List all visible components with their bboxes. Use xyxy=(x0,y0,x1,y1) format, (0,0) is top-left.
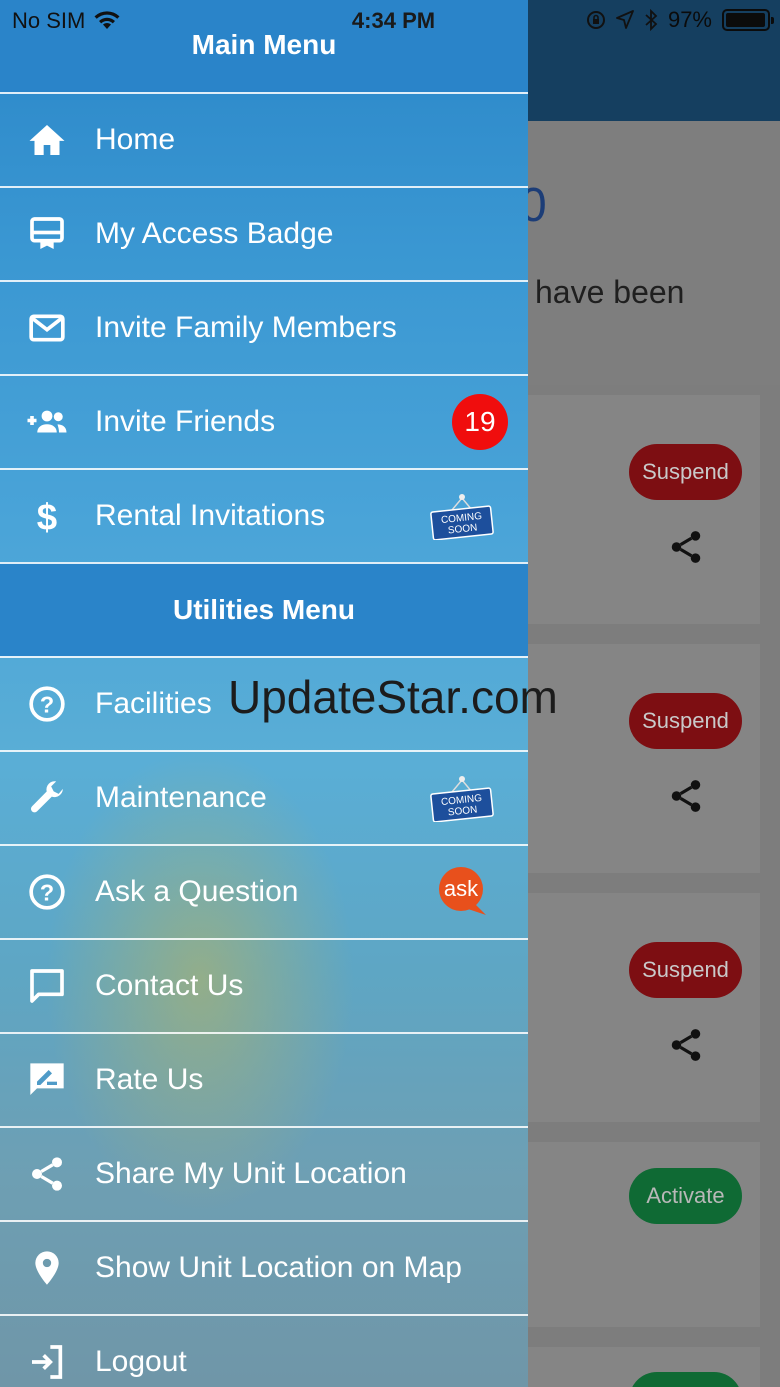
menu-item-ask-question[interactable]: ? Ask a Question ask xyxy=(0,844,528,938)
menu-item-label: Invite Friends xyxy=(95,405,276,438)
mail-icon xyxy=(26,307,68,349)
help-circle-icon: ? xyxy=(26,871,68,913)
unit-card xyxy=(520,395,760,624)
menu-item-label: Facilities xyxy=(95,687,212,720)
share-icon[interactable] xyxy=(667,777,705,815)
menu-item-logout[interactable]: Logout xyxy=(0,1314,528,1387)
menu-item-rental-invitations[interactable]: $ Rental Invitations COMING SOON xyxy=(0,468,528,562)
status-indicators: 97% xyxy=(586,7,774,33)
menu-item-label: Home xyxy=(95,123,176,156)
unit-card xyxy=(520,893,760,1122)
suspend-button[interactable]: Suspend xyxy=(629,942,742,998)
menu-item-access-badge[interactable]: My Access Badge xyxy=(0,186,528,280)
activate-button[interactable]: Activate xyxy=(629,1168,742,1224)
svg-text:?: ? xyxy=(40,691,54,717)
share-icon[interactable] xyxy=(667,1026,705,1064)
menu-item-label: Maintenance xyxy=(95,781,267,814)
battery-icon xyxy=(722,9,774,31)
menu-item-invite-family[interactable]: Invite Family Members xyxy=(0,280,528,374)
status-bar: No SIM 4:34 PM 97% xyxy=(0,0,780,40)
bluetooth-icon xyxy=(645,9,658,31)
menu-item-label: Contact Us xyxy=(95,969,244,1002)
menu-item-home[interactable]: Home xyxy=(0,92,528,186)
menu-item-label: Invite Family Members xyxy=(95,311,397,344)
utilities-menu-header: Utilities Menu xyxy=(0,562,528,656)
battery-percent: 97% xyxy=(667,7,712,32)
menu-item-invite-friends[interactable]: Invite Friends 19 xyxy=(0,374,528,468)
menu-item-label: Share My Unit Location xyxy=(95,1157,407,1190)
home-icon xyxy=(26,119,68,161)
help-circle-icon: ? xyxy=(26,683,68,725)
menu-item-label: Rental Invitations xyxy=(95,499,326,532)
svg-text:?: ? xyxy=(40,879,54,905)
menu-item-label: My Access Badge xyxy=(95,217,334,250)
coming-soon-sign-icon: COMING SOON xyxy=(430,776,494,822)
location-arrow-icon xyxy=(616,10,634,29)
menu-item-label: Show Unit Location on Map xyxy=(95,1251,462,1284)
watermark-text: UpdateStar.com xyxy=(228,671,558,723)
activate-button[interactable] xyxy=(629,1372,742,1387)
badge-icon xyxy=(26,213,68,255)
menu-item-contact-us[interactable]: Contact Us xyxy=(0,938,528,1032)
menu-item-label: Ask a Question xyxy=(95,875,299,908)
svg-text:$: $ xyxy=(37,496,57,536)
menu-item-maintenance[interactable]: Maintenance COMING SOON xyxy=(0,750,528,844)
coming-soon-sign-icon: COMING SOON xyxy=(430,494,494,540)
wrench-icon xyxy=(26,777,68,819)
suspend-button[interactable]: Suspend xyxy=(629,444,742,500)
ask-logo-text: ask xyxy=(444,876,479,901)
share-icon xyxy=(26,1153,68,1195)
share-icon[interactable] xyxy=(667,528,705,566)
rate-icon xyxy=(26,1059,68,1101)
dollar-icon: $ xyxy=(26,495,68,537)
menu-item-label: Rate Us xyxy=(95,1063,204,1096)
menu-item-share-location[interactable]: Share My Unit Location xyxy=(0,1126,528,1220)
chat-icon xyxy=(26,965,68,1007)
suspend-button[interactable]: Suspend xyxy=(629,693,742,749)
location-pin-icon xyxy=(26,1247,68,1289)
ask-logo-icon: ask xyxy=(439,867,486,915)
menu-item-show-location-map[interactable]: Show Unit Location on Map xyxy=(0,1220,528,1314)
logout-icon xyxy=(26,1341,68,1383)
menu-item-label: Logout xyxy=(95,1345,187,1378)
add-group-icon xyxy=(26,401,68,443)
rotation-lock-icon xyxy=(586,11,605,29)
menu-item-rate-us[interactable]: Rate Us xyxy=(0,1032,528,1126)
invite-count-badge: 19 xyxy=(452,394,508,450)
hero-text-partial: have been xyxy=(535,274,685,310)
